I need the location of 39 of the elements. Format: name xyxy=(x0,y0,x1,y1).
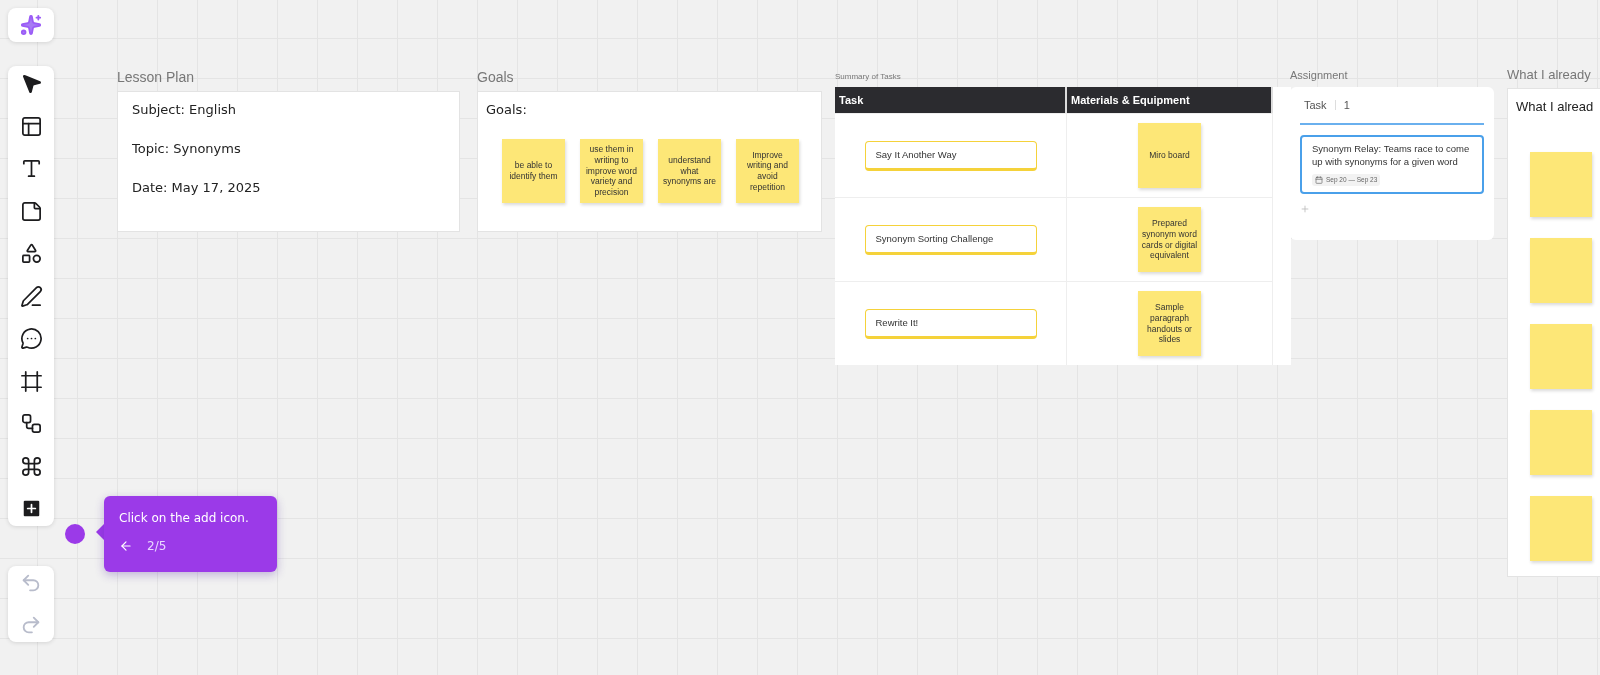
command-tool-icon[interactable] xyxy=(19,454,43,478)
frame-tool-icon[interactable] xyxy=(19,369,43,393)
task-card[interactable]: Rewrite It! xyxy=(864,308,1037,339)
shapes-tool-icon[interactable] xyxy=(19,242,43,265)
hotspot-dot xyxy=(65,524,85,544)
column-title: Task xyxy=(1304,99,1327,111)
template-tool-icon[interactable] xyxy=(19,114,43,138)
column-header: Materials & Equipment xyxy=(1067,87,1273,113)
lesson-plan-line: Topic: Synonyms xyxy=(132,141,242,156)
sticky-note[interactable]: be able to identify them xyxy=(502,139,565,203)
back-arrow-icon[interactable] xyxy=(119,539,133,553)
calendar-icon xyxy=(1315,175,1323,184)
sticky-note[interactable]: Miro board xyxy=(1138,123,1201,188)
card-text: Synonym Relay: Teams race to come up with synonyms for a given word xyxy=(1312,143,1471,169)
goals-heading: Goals: xyxy=(486,102,528,117)
frame-title: Assignment xyxy=(1290,69,1349,81)
frame-title: What I already xyxy=(1507,67,1592,82)
sticky-note[interactable]: Prepared synonym word cards or digital equivalent xyxy=(1138,207,1201,272)
step-counter: 2/5 xyxy=(147,539,167,553)
lesson-plan-line: Date: May 17, 2025 xyxy=(132,180,262,195)
task-card[interactable]: Synonym Sorting Challenge xyxy=(864,224,1037,255)
sticky-note[interactable]: use them in writing to improve word variety and precision xyxy=(580,139,643,203)
know-heading: What I alread xyxy=(1516,99,1595,114)
pen-tool-icon[interactable] xyxy=(19,284,43,308)
sticky-note[interactable]: Improve writing and avoid repetition xyxy=(736,139,799,203)
sticky-note-tool-icon[interactable] xyxy=(19,199,43,223)
task-card[interactable]: Say It Another Way xyxy=(864,140,1037,171)
frame-title: Lesson Plan xyxy=(117,69,196,85)
frame-title: Summary of Tasks xyxy=(835,72,902,81)
comment-tool-icon[interactable] xyxy=(19,327,43,350)
lesson-plan-line: Subject: English xyxy=(132,102,238,117)
sticky-note[interactable]: understand what synonyms are xyxy=(658,139,721,203)
diagram-tool-icon[interactable] xyxy=(19,412,43,435)
sticky-note[interactable]: Sample paragraph handouts or slides xyxy=(1138,291,1201,356)
card-count: 1 xyxy=(1343,99,1350,111)
tooltip-text: Click on the add icon. xyxy=(119,511,250,525)
column-header: Task xyxy=(835,87,1067,113)
frame-title: Goals xyxy=(477,69,515,85)
ai-sparkle-icon[interactable] xyxy=(20,14,42,36)
